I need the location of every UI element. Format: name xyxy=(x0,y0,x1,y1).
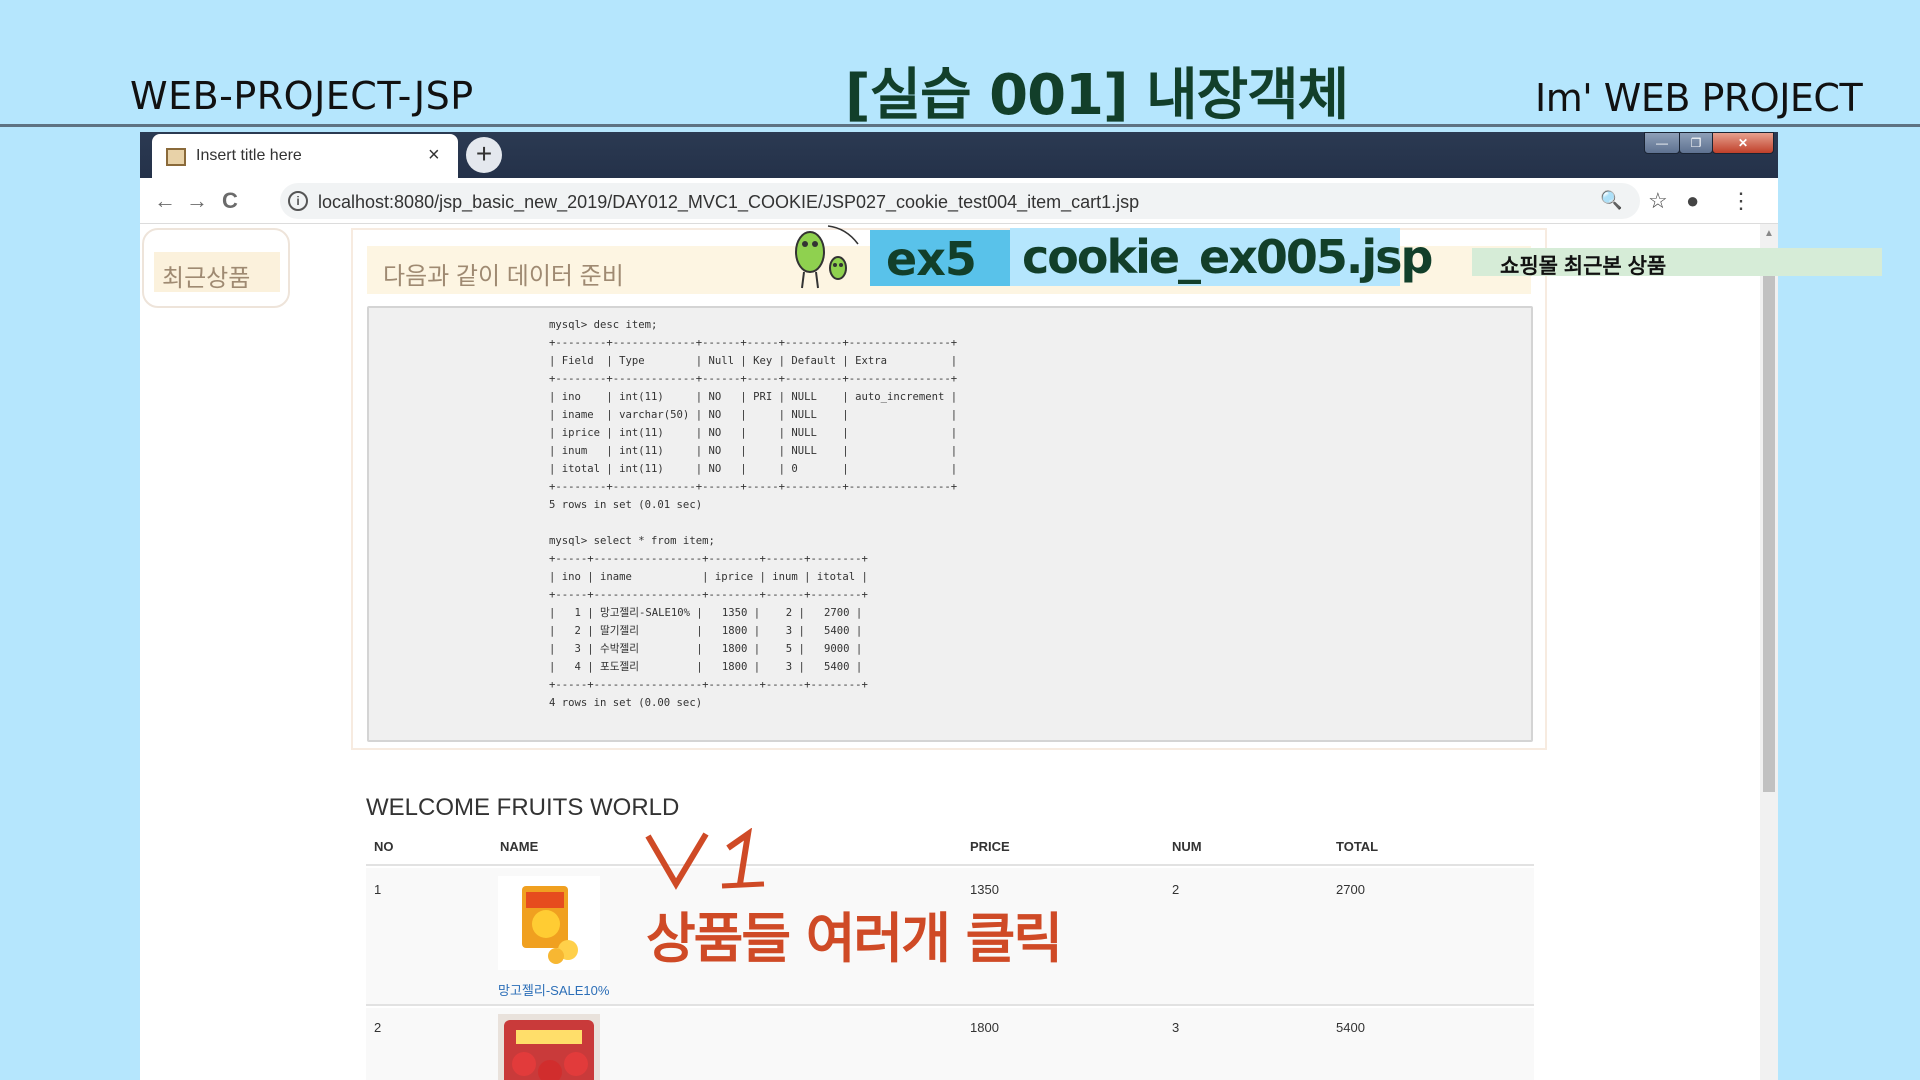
strawberry-jelly-image[interactable] xyxy=(498,1014,600,1080)
menu-icon[interactable]: ⋮ xyxy=(1730,188,1752,214)
col-num: NUM xyxy=(1172,839,1202,854)
favicon-icon xyxy=(166,148,186,166)
recent-products-header: 최근상품 xyxy=(154,252,280,292)
col-no: NO xyxy=(374,839,394,854)
reload-icon[interactable]: C xyxy=(222,188,238,214)
tab-title: Insert title here xyxy=(196,147,302,164)
account-icon[interactable]: ● xyxy=(1686,188,1699,214)
minimize-button[interactable]: — xyxy=(1644,132,1680,154)
row-num: 3 xyxy=(1172,1020,1180,1035)
maximize-button[interactable]: ❐ xyxy=(1679,132,1713,154)
file-name-label: cookie_ex005.jsp xyxy=(1022,230,1433,284)
strawberry-jelly-icon xyxy=(498,1014,600,1080)
product-name-link[interactable]: 망고젤리-SALE10% xyxy=(498,980,609,999)
annotation-text: 상품들 여러개 클릭 xyxy=(646,907,1063,970)
mango-jelly-icon xyxy=(522,886,578,964)
back-icon[interactable]: ← xyxy=(154,188,176,214)
close-window-button[interactable]: ✕ xyxy=(1712,132,1774,154)
shop-caption-label: 쇼핑몰 최근본 상품 xyxy=(1500,255,1667,278)
title-bar: Insert title here × + — ❐ ✕ xyxy=(140,132,1778,180)
example-number-label: ex5 xyxy=(886,232,977,286)
slide-left-title: WEB-PROJECT-JSP xyxy=(130,74,474,118)
browser-tab[interactable]: Insert title here × xyxy=(152,134,458,180)
new-tab-button[interactable]: + xyxy=(466,137,502,173)
sql-output-text: mysql> desc item; +--------+------------… xyxy=(549,319,958,709)
mascot-icon xyxy=(784,222,866,292)
mango-jelly-image[interactable] xyxy=(498,876,600,970)
recent-products-box: 최근상품 xyxy=(142,228,290,308)
site-info-icon[interactable]: i xyxy=(288,191,308,211)
scroll-up-icon[interactable]: ▲ xyxy=(1764,228,1774,239)
sql-output-box: mysql> desc item; +--------+------------… xyxy=(367,306,1533,742)
slide-right-title: Im' WEB PROJECT xyxy=(1535,76,1863,120)
product-table-header: NO NAME PRICE NUM TOTAL xyxy=(366,828,1534,866)
row-no: 1 xyxy=(374,882,382,897)
bookmark-star-icon[interactable]: ☆ xyxy=(1648,188,1668,214)
window-controls: — ❐ ✕ xyxy=(1644,132,1774,154)
row-num: 2 xyxy=(1172,882,1180,897)
file-name-badge: cookie_ex005.jsp xyxy=(1010,228,1433,286)
table-row: 2 1800 3 5400 xyxy=(366,1008,1534,1080)
data-prep-panel: 다음과 같이 데이터 준비 mysql> desc item; +-------… xyxy=(351,228,1547,750)
slide-center-title: [실습 001] 내장객체 xyxy=(845,63,1349,128)
zoom-icon[interactable]: 🔍 xyxy=(1600,190,1622,211)
forward-icon[interactable]: → xyxy=(186,188,208,214)
row-price: 1800 xyxy=(970,1020,999,1035)
annotation-checkmark xyxy=(644,827,784,890)
url-text[interactable]: localhost:8080/jsp_basic_new_2019/DAY012… xyxy=(318,192,1139,213)
example-number-badge: ex5 xyxy=(870,230,1010,286)
row-total: 2700 xyxy=(1336,882,1365,897)
welcome-heading: WELCOME FRUITS WORLD xyxy=(366,794,680,821)
col-price: PRICE xyxy=(970,839,1010,854)
row-total: 5400 xyxy=(1336,1020,1365,1035)
vertical-scrollbar[interactable]: ▲ xyxy=(1760,224,1778,1080)
row-no: 2 xyxy=(374,1020,382,1035)
tab-close-icon[interactable]: × xyxy=(428,144,440,167)
scroll-thumb[interactable] xyxy=(1763,274,1775,792)
slide-divider xyxy=(0,124,1920,127)
col-name: NAME xyxy=(500,839,539,854)
prep-heading-text: 다음과 같이 데이터 준비 xyxy=(383,263,624,290)
col-total: TOTAL xyxy=(1336,839,1379,854)
address-bar[interactable]: i localhost:8080/jsp_basic_new_2019/DAY0… xyxy=(280,183,1640,219)
browser-toolbar: ← → C i localhost:8080/jsp_basic_new_201… xyxy=(140,178,1778,224)
shop-caption-badge: 쇼핑몰 최근본 상품 xyxy=(1472,248,1882,278)
recent-products-label: 최근상품 xyxy=(162,265,251,292)
